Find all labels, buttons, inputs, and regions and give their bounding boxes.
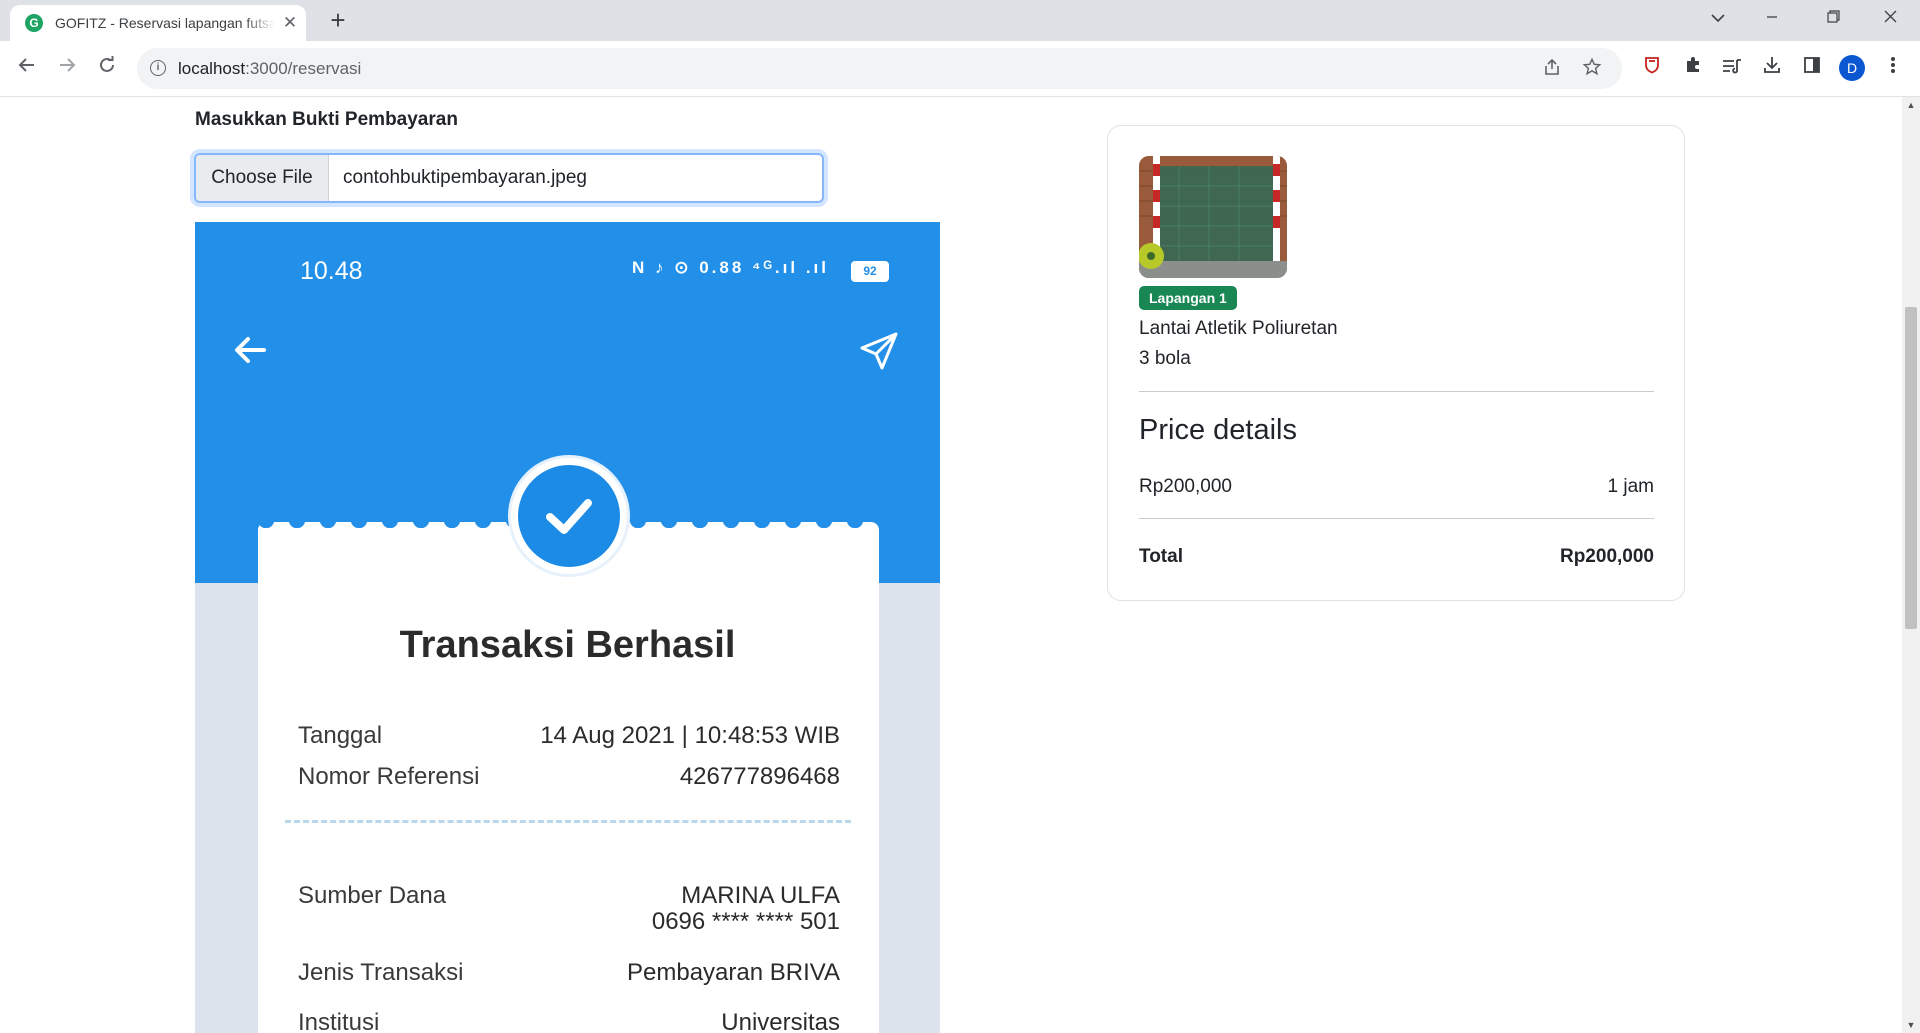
receipt-row-value: Universitas [721, 1009, 840, 1033]
receipt-row: Nomor Referensi 426777896468 [298, 763, 840, 791]
price-details-title: Price details [1139, 414, 1297, 446]
receipt-row: Tanggal 14 Aug 2021 | 10:48:53 WIB [298, 722, 840, 750]
side-panel-icon[interactable] [1800, 56, 1824, 80]
success-check-icon [511, 458, 627, 574]
total-value: Rp200,000 [1559, 546, 1654, 567]
upload-label: Masukkan Bukti Pembayaran [195, 109, 458, 130]
downloads-icon[interactable] [1760, 56, 1784, 80]
receipt-status-icons: N ♪ ⊙ 0.88 ⁴ᴳ.ıl .ıl [632, 258, 829, 277]
share-icon[interactable] [1541, 58, 1563, 80]
back-icon[interactable] [14, 55, 40, 81]
price-duration: 1 jam [1607, 476, 1654, 497]
choose-file-button[interactable]: Choose File [196, 155, 329, 201]
total-label: Total [1139, 546, 1183, 567]
receipt-row: Jenis Transaksi Pembayaran BRIVA [298, 959, 840, 987]
receipt-dashed-divider [285, 820, 851, 823]
chrome-menu-icon[interactable] [1881, 56, 1905, 80]
media-queue-icon[interactable] [1720, 56, 1744, 80]
receipt-row-label: Tanggal [298, 722, 383, 749]
receipt-row-label: Jenis Transaksi [298, 959, 464, 986]
selected-file-name: contohbuktipembayaran.jpeg [343, 167, 588, 188]
field-name-badge: Lapangan 1 [1139, 286, 1237, 310]
browser-toolbar: i localhost:3000/reservasi D [0, 41, 1920, 97]
page-viewport: Masukkan Bukti Pembayaran Choose File co… [0, 97, 1902, 1033]
extension-shield-icon[interactable] [1640, 56, 1664, 80]
receipt-row: Sumber Dana MARINA ULFA 0696 **** **** 5… [298, 882, 840, 935]
address-bar[interactable]: i localhost:3000/reservasi [137, 48, 1622, 89]
payment-proof-file-input[interactable]: Choose File contohbuktipembayaran.jpeg [194, 153, 824, 203]
receipt-row: Institusi Universitas [298, 1009, 840, 1033]
receipt-status-time: 10.48 [300, 257, 363, 285]
reload-icon[interactable] [94, 55, 120, 81]
url-text: localhost:3000/reservasi [178, 59, 362, 78]
scroll-up-arrow-icon[interactable]: ▲ [1902, 97, 1920, 113]
divider [1139, 391, 1654, 392]
profile-avatar[interactable]: D [1839, 55, 1865, 81]
site-info-icon[interactable]: i [150, 60, 166, 76]
booking-detail-card: Lapangan 1 Lantai Atletik Poliuretan 3 b… [1107, 125, 1685, 601]
forward-icon[interactable] [54, 55, 80, 81]
tab-bar: G GOFITZ - Reservasi lapangan futsal ✕ + [0, 0, 1920, 41]
tab-title: GOFITZ - Reservasi lapangan futsal [55, 15, 275, 31]
receipt-row-label: Nomor Referensi [298, 763, 480, 790]
new-tab-button[interactable]: + [325, 7, 351, 34]
receipt-row-label: Sumber Dana [298, 882, 447, 909]
receipt-row-value: 14 Aug 2021 | 10:48:53 WIB [540, 722, 840, 749]
tab-search-icon[interactable] [1703, 6, 1733, 32]
receipt-row-label: Institusi [298, 1009, 380, 1033]
receipt-row-value: Pembayaran BRIVA [627, 959, 840, 986]
receipt-row-value: MARINA ULFA 0696 **** **** 501 [651, 882, 840, 935]
divider [1139, 518, 1654, 519]
page-scrollbar[interactable]: ▲ ▼ [1902, 97, 1920, 1033]
field-ball-count: 3 bola [1139, 348, 1191, 369]
scroll-down-arrow-icon[interactable]: ▼ [1902, 1017, 1920, 1033]
field-thumbnail-image [1139, 156, 1287, 278]
receipt-row-value: 426777896468 [679, 763, 840, 790]
extensions-puzzle-icon[interactable] [1681, 56, 1705, 80]
receipt-battery-icon: 92 [851, 261, 889, 282]
close-window-icon[interactable] [1875, 6, 1905, 32]
price-rate: Rp200,000 [1139, 476, 1232, 497]
receipt-back-arrow-icon [235, 337, 266, 363]
receipt-title: Transaksi Berhasil [399, 624, 736, 666]
gofitz-favicon-icon: G [25, 14, 43, 32]
minimize-icon[interactable] [1757, 6, 1787, 32]
receipt-send-icon [860, 332, 898, 370]
scrollbar-thumb[interactable] [1905, 307, 1917, 629]
field-floor-type: Lantai Atletik Poliuretan [1139, 318, 1338, 339]
close-tab-icon[interactable]: ✕ [280, 13, 300, 33]
restore-icon[interactable] [1818, 6, 1848, 32]
browser-tab[interactable]: G GOFITZ - Reservasi lapangan futsal ✕ [10, 5, 306, 41]
bookmark-star-icon[interactable] [1581, 57, 1603, 80]
payment-proof-preview-image: 10.48 N ♪ ⊙ 0.88 ⁴ᴳ.ıl .ıl 92 Transaksi … [195, 222, 940, 1033]
